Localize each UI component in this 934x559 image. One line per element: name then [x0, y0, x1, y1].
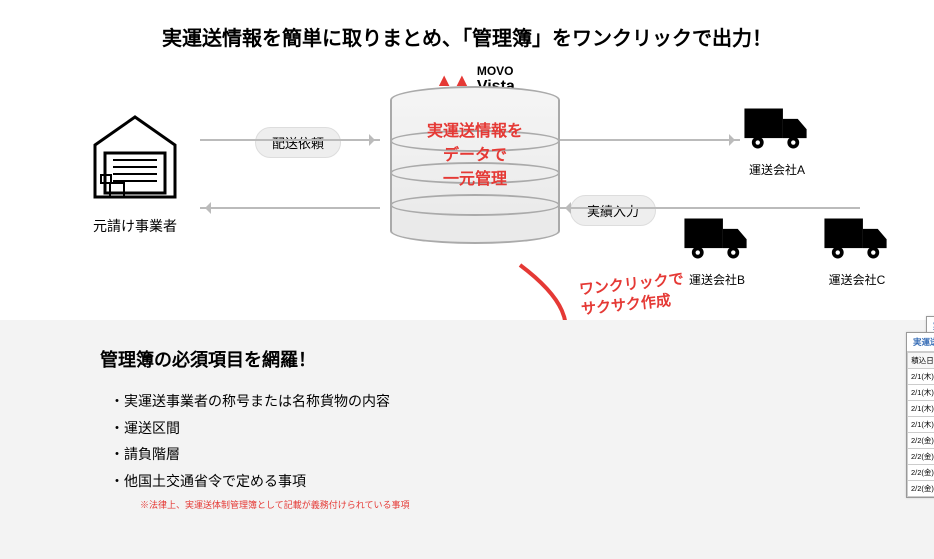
- table-row: 2/2(金)〇〇工場〜卸売店イ食料品 × t箱X運輸ー22-12〇〇: [908, 449, 934, 465]
- carrier-b-label: 運送会社B: [680, 271, 754, 288]
- table-a: 実運送体制管理簿（食料品メーカー甲社） 積込日運送区間(仮)貨物の内容(仮)実運…: [906, 332, 934, 498]
- table-header: 積込日: [908, 353, 934, 369]
- truck-icon: [740, 100, 814, 154]
- table-row: 2/1(木)〇〇工場〜小売店ア食料品 × tトンX運輸ー11-11〇〇: [908, 369, 934, 385]
- shipper-block: 元請け事業者: [85, 105, 185, 236]
- table-row: 2/2(金)××工場〜倉庫ア食料品 × gケースC運輸ー22-13〇〇: [908, 465, 934, 481]
- list-item: 他国土交通省令で定める事項: [110, 468, 904, 495]
- table-cell: 2/2(金): [908, 433, 934, 449]
- diagram-upper: 元請け事業者 配送依頼 実績入力 ▲▲ MOVO Vista 実運送情報を デー…: [0, 65, 934, 305]
- table-cell: 2/1(木): [908, 385, 934, 401]
- arrow-icon: [200, 207, 380, 209]
- bullet-list: 実運送事業者の称号または名称貨物の内容 運送区間 請負階層 他国土交通省令で定め…: [110, 388, 904, 494]
- list-item: 実運送事業者の称号または名称貨物の内容: [110, 388, 904, 415]
- table-cell: 2/2(金): [908, 449, 934, 465]
- ledger-table: 積込日運送区間(仮)貨物の内容(仮)実運送トラック事業者の名称(仮)請負階層(仮…: [907, 352, 934, 497]
- warehouse-icon: [85, 105, 185, 210]
- arrow-icon: [560, 139, 740, 141]
- table-row: 2/1(木)〇〇工場〜卸売店イ食料品 × b箱X運輸ー11-12〇〇: [908, 385, 934, 401]
- carrier-a: 運送会社A: [740, 100, 814, 178]
- carrier-c-label: 運送会社C: [820, 271, 894, 288]
- table-row: 2/1(木)××工場〜倉庫ア食料品 × eケースB運輸2次請け11-14〇〇: [908, 417, 934, 433]
- table-cell: 2/1(木): [908, 369, 934, 385]
- table-title: 実運送体制管理簿（食料品メーカー甲社）: [907, 333, 934, 352]
- lower-title: 管理簿の必須項目を網羅！: [100, 346, 904, 372]
- lower-panel: 管理簿の必須項目を網羅！ 実運送事業者の称号または名称貨物の内容 運送区間 請負…: [0, 320, 934, 559]
- carrier-b: 運送会社B: [680, 210, 754, 288]
- headline: 実運送情報を簡単に取りまとめ、「管理簿」をワンクリックで出力！: [0, 0, 934, 65]
- table-cell: 2/2(金): [908, 465, 934, 481]
- list-item: 運送区間: [110, 415, 904, 442]
- truck-icon: [680, 210, 754, 264]
- table-cell: 2/1(木): [908, 401, 934, 417]
- database-block: ▲▲ MOVO Vista 実運送情報を データで 一元管理: [380, 65, 570, 244]
- table-row: 2/2(金)××工場〜卸売店イ食料品 × t箱C運輸3次請け22-14〇〇: [908, 481, 934, 497]
- list-item: 請負階層: [110, 441, 904, 468]
- footnote: ※法律上、実運送体制管理簿として記載が義務付けられている事項: [140, 498, 904, 511]
- arrow-icon: [560, 207, 860, 209]
- truck-icon: [820, 210, 894, 264]
- pill-request: 配送依頼: [255, 127, 341, 158]
- table-row: 2/2(金)〇〇工場〜小売店ア食料品 × aトンX運輸ー22-11〇〇: [908, 433, 934, 449]
- pill-actual: 実績入力: [570, 195, 656, 226]
- carrier-c: 運送会社C: [820, 210, 894, 288]
- carrier-a-label: 運送会社A: [740, 161, 814, 178]
- table-cell: 2/1(木): [908, 417, 934, 433]
- table-row: 2/1(木)〇〇工場〜小売店ア食料品 × u個A運輸1次請け11-13〇〇: [908, 401, 934, 417]
- arrow-icon: [200, 139, 380, 141]
- db-caption: 実運送情報を データで 一元管理: [392, 120, 558, 192]
- database-icon: 実運送情報を データで 一元管理: [390, 86, 560, 244]
- table-cell: 2/2(金): [908, 481, 934, 497]
- shipper-label: 元請け事業者: [85, 216, 185, 236]
